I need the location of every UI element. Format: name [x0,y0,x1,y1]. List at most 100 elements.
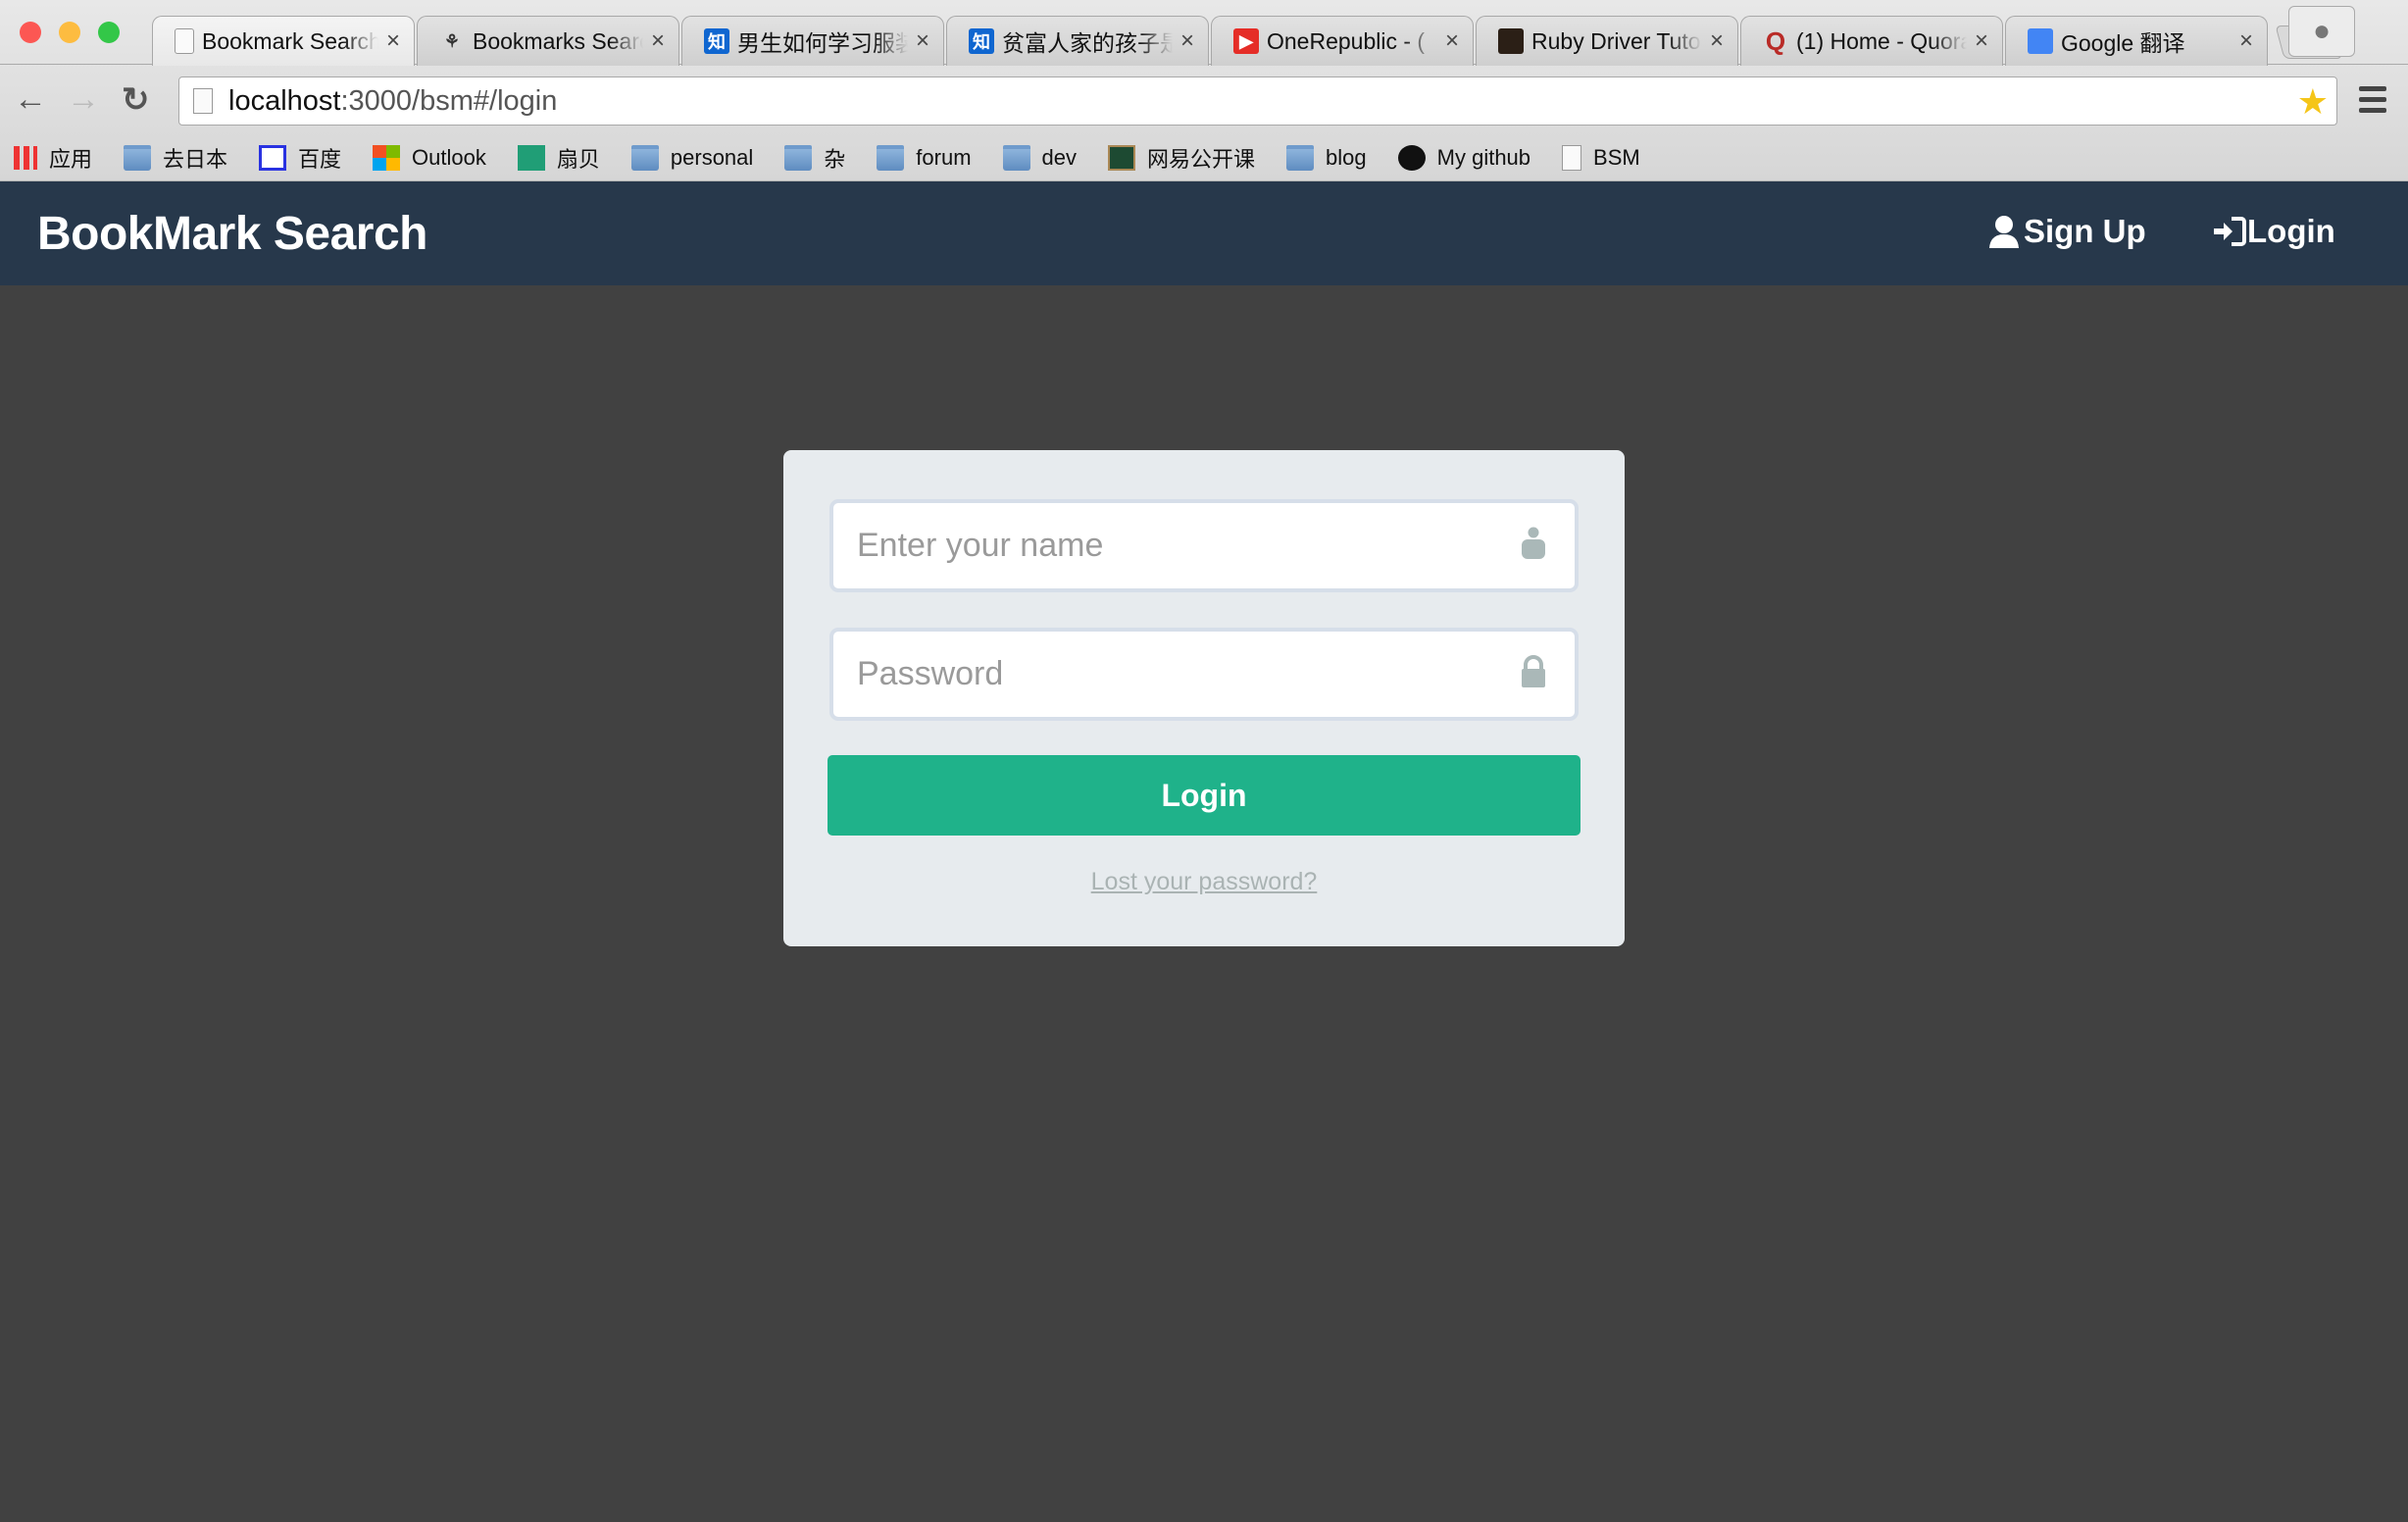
signup-link[interactable]: Sign Up [1988,213,2146,250]
name-field [829,499,1579,592]
minimize-window-button[interactable] [59,22,80,43]
forward-button[interactable]: → [67,80,100,119]
bookmark-item[interactable]: 杂 [784,142,845,174]
bookmark-item[interactable]: personal [630,145,754,171]
tab[interactable]: Q (1) Home - Quora × [1740,16,2003,66]
tab-title: Bookmark Search [202,27,378,54]
password-input[interactable] [857,655,1494,693]
bookmark-label: blog [1326,145,1367,170]
bookmark-label: Outlook [412,145,486,170]
chrome-menu-button[interactable] [2359,86,2386,119]
close-tab-icon[interactable]: × [916,27,929,55]
quora-icon: Q [1765,25,1786,56]
login-link[interactable]: Login [2212,213,2335,250]
lock-icon [1522,655,1545,687]
tab-title: Bookmarks Search [473,27,643,54]
bsm-logo-icon: ⚘ [443,30,461,51]
folder-icon [630,145,659,171]
bookmark-label: My github [1436,145,1531,170]
name-input[interactable] [857,527,1494,565]
brand-link[interactable]: BookMark Search [37,207,428,261]
close-tab-icon[interactable]: × [1180,27,1194,55]
tab-title: OneRepublic - ( [1267,27,1426,54]
bookmark-label: 应用 [49,147,93,172]
bookmark-item[interactable]: 百度 [259,142,341,174]
tab-title: (1) Home - Quora [1796,27,1967,54]
close-tab-icon[interactable]: × [386,27,400,55]
bookmark-item[interactable]: My github [1397,145,1531,171]
zhihu-icon: 知 [704,28,729,54]
bookmark-label: 去日本 [163,147,228,172]
github-icon [1397,145,1426,171]
url-path: :3000/bsm#/login [340,84,558,117]
bookmark-label: 百度 [298,147,342,172]
login-label: Login [2247,213,2335,249]
page-icon [175,28,194,54]
folder-icon [1286,145,1315,171]
tab-bar: Bookmark Search×⚘Bookmarks Search×知男生如何学… [0,0,2408,66]
close-tab-icon[interactable]: × [651,27,665,55]
bookmark-item[interactable]: dev [1002,145,1078,171]
bookmark-item[interactable]: Outlook [373,145,486,171]
bookmark-label: dev [1041,145,1078,170]
mongodb-icon [1498,28,1524,54]
folder-icon [1002,145,1030,171]
zhihu-icon: 知 [969,28,994,54]
url-host: localhost [228,84,341,117]
bookmark-item[interactable]: 扇贝 [517,142,600,174]
bookmark-label: BSM [1593,145,1640,170]
navbar: BookMark Search Sign Up Login [0,181,2408,285]
bookmark-label: 杂 [824,147,846,172]
login-card: Login Lost your password? [783,450,1625,946]
youtube-icon: ▶ [1233,28,1259,54]
user-icon [1522,527,1545,559]
tab-title: Google 翻译 [2061,30,2185,56]
bookmarks-bar: 应用 去日本 百度 Outlook 扇贝 personal 杂 forum dev 网易公开课 bl… [0,135,2408,180]
profile-button[interactable]: ● [2288,6,2355,57]
bookmark-item[interactable]: 网易公开课 [1108,142,1255,174]
bookmark-label: 网易公开课 [1147,147,1256,172]
tab[interactable]: Bookmark Search × [152,16,415,66]
outlook-icon [373,145,401,171]
bookmark-label: personal [670,145,754,170]
baidu-icon [259,145,287,171]
reload-button[interactable]: ↻ [122,80,150,120]
login-icon [2214,217,2246,246]
tab[interactable]: ⚘ Bookmarks Search × [417,16,679,66]
bookmark-label: forum [916,145,972,170]
bookmark-label: 扇贝 [556,147,600,172]
back-button[interactable]: ← [14,80,47,119]
user-icon [1989,216,2019,248]
close-tab-icon[interactable]: × [1710,27,1724,55]
close-tab-icon[interactable]: × [2239,27,2253,55]
bookmark-item[interactable]: 去日本 [124,142,227,174]
close-window-button[interactable] [20,22,41,43]
password-field [829,628,1579,721]
close-tab-icon[interactable]: × [1445,27,1459,55]
shanbay-icon [517,145,545,171]
tab-title: 男生如何学习服装搭配 [737,30,908,56]
address-bar[interactable]: localhost:3000/bsm#/login ★ [178,76,2337,126]
login-button[interactable]: Login [828,755,1580,836]
tab[interactable]: Ruby Driver Tutorial × [1476,16,1738,66]
bookmark-item[interactable]: 应用 [14,142,92,174]
bookmark-item[interactable]: forum [877,145,972,171]
bookmark-item[interactable]: BSM [1562,145,1640,171]
tab-title: Ruby Driver Tutorial [1531,27,1702,54]
signup-label: Sign Up [2024,213,2146,249]
folder-icon [784,145,813,171]
bookmark-item[interactable]: blog [1286,145,1367,171]
maximize-window-button[interactable] [98,22,120,43]
tab[interactable]: 知贫富人家的孩子是 × [946,16,1209,66]
tab[interactable]: ▶ OneRepublic - ( × [1211,16,1474,66]
page-icon [1562,145,1582,171]
netease-icon [1108,145,1136,171]
tab[interactable]: 知男生如何学习服装搭配 × [681,16,944,66]
close-tab-icon[interactable]: × [1975,27,1988,55]
google-translate-icon [2028,28,2053,54]
lost-password-link[interactable]: Lost your password? [783,868,1625,896]
person-icon: ● [2312,15,2332,47]
folder-icon [877,145,905,171]
tab[interactable]: Google 翻译 × [2005,16,2268,66]
bookmark-star-icon[interactable]: ★ [2297,81,2329,123]
